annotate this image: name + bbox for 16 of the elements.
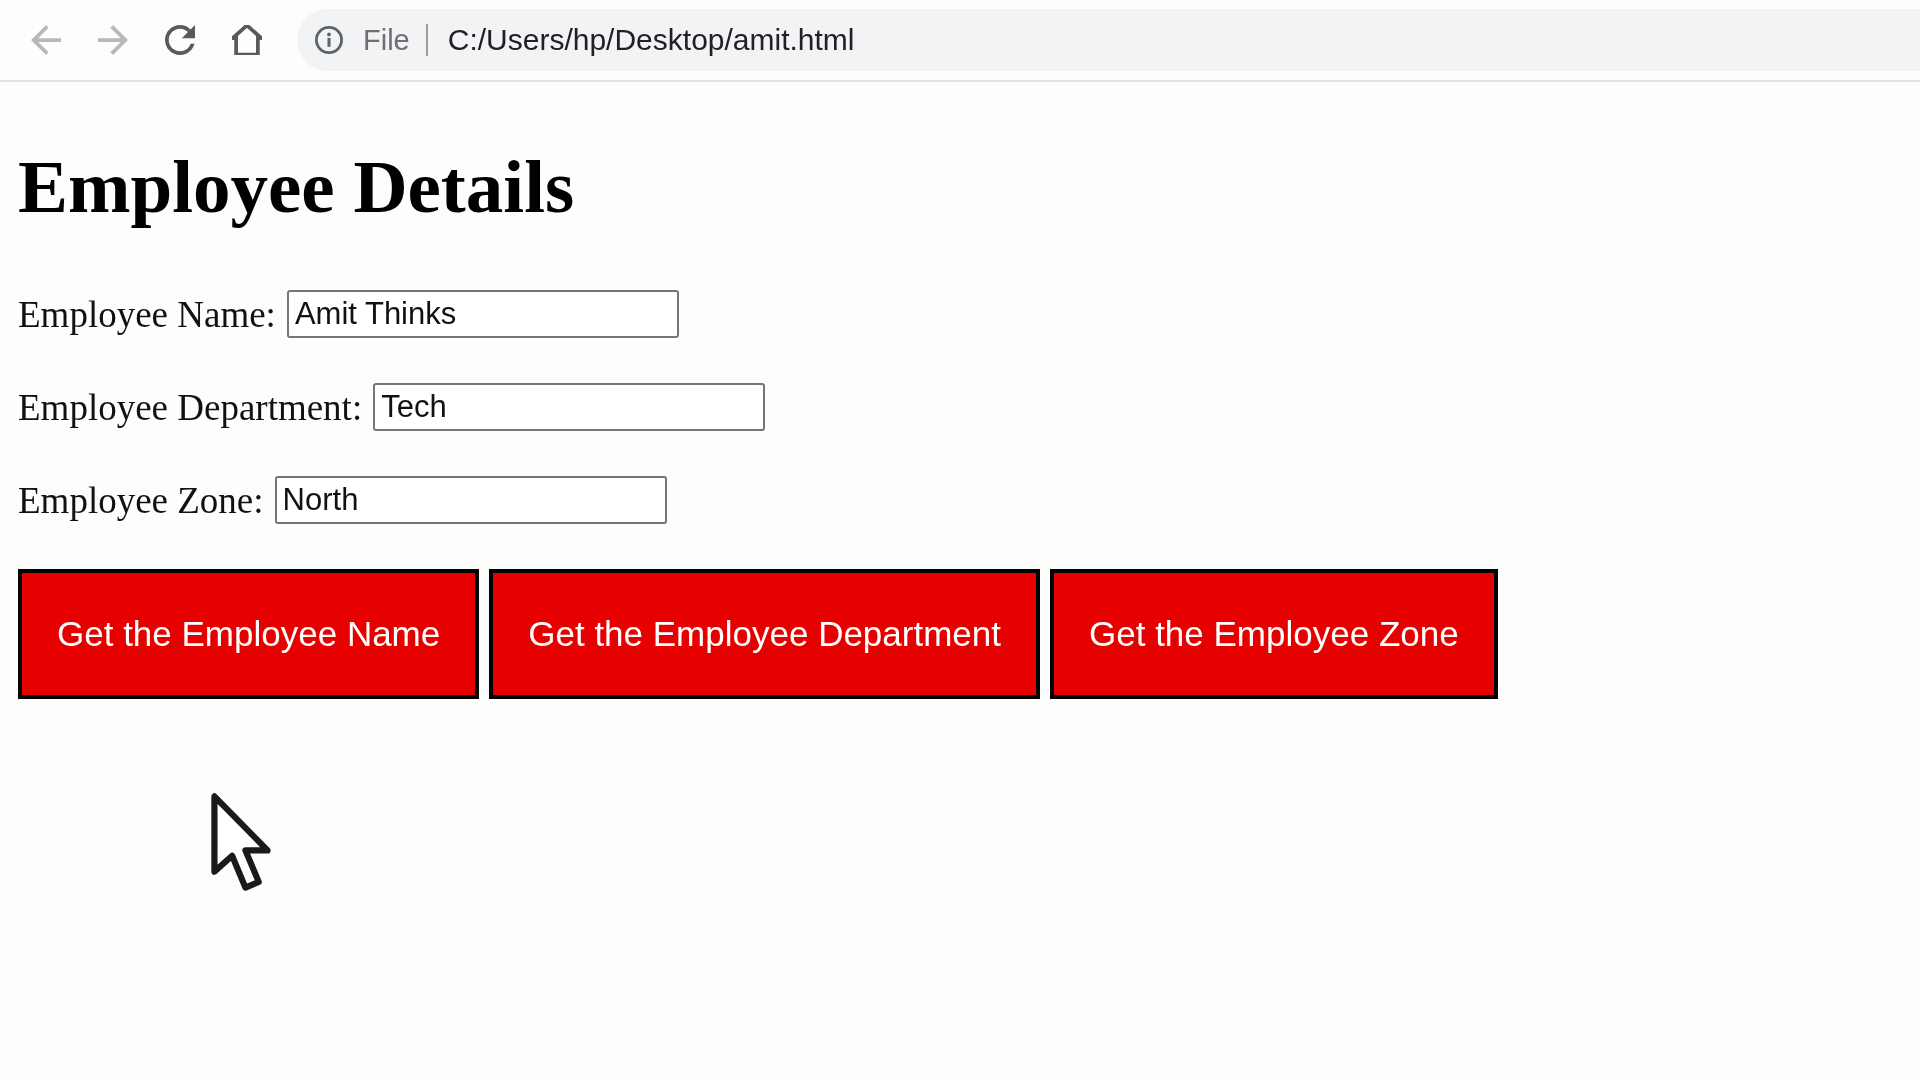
- cursor-icon: [210, 790, 272, 894]
- field-label: Employee Name:: [18, 292, 276, 336]
- action-button[interactable]: Get the Employee Name: [18, 569, 480, 699]
- field-label: Employee Zone:: [18, 478, 264, 522]
- url-text: C:/Users/hp/Desktop/amit.html: [447, 23, 855, 57]
- reload-icon[interactable]: [165, 25, 195, 55]
- address-bar[interactable]: File C:/Users/hp/Desktop/amit.html: [297, 9, 1920, 71]
- text-field[interactable]: Amit Thinks: [286, 290, 679, 338]
- action-button[interactable]: Get the Employee Department: [489, 569, 1040, 699]
- text-field[interactable]: North: [274, 476, 667, 524]
- field-label: Employee Department:: [18, 385, 363, 429]
- info-icon[interactable]: [315, 26, 343, 54]
- action-button[interactable]: Get the Employee Zone: [1050, 569, 1498, 699]
- text-field[interactable]: Tech: [373, 383, 766, 431]
- scheme-label: File: [363, 23, 410, 57]
- home-icon[interactable]: [232, 25, 262, 55]
